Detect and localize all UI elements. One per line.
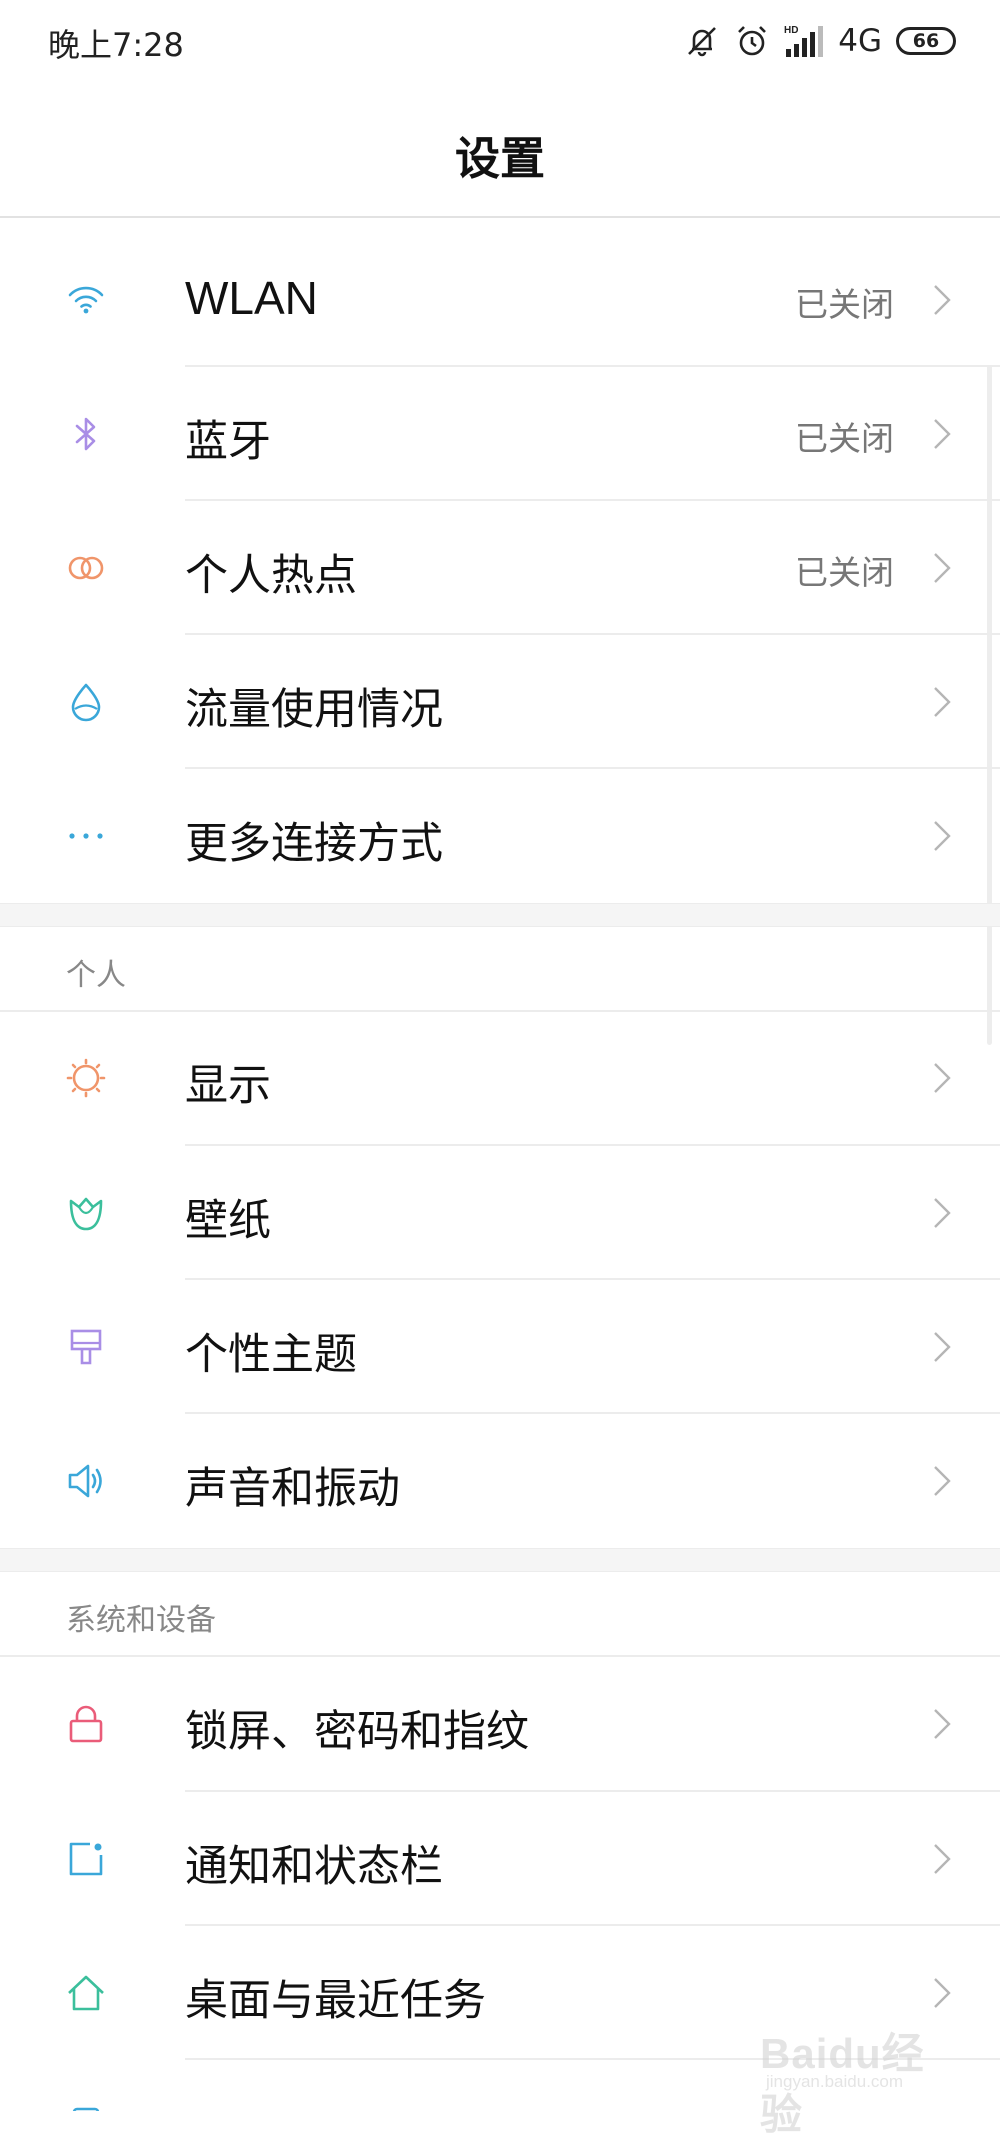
theme-icon: [66, 1327, 106, 1367]
settings-item-label: 桌面与最近任务: [185, 1976, 486, 2026]
settings-item-status: 已关闭: [795, 419, 894, 458]
battery-icon: 66: [896, 27, 956, 55]
data-usage-icon: [66, 682, 106, 722]
settings-item-label: 锁屏、密码和指纹: [185, 1707, 529, 1757]
more-icon: [66, 816, 106, 856]
settings-item-label: 个人热点: [185, 551, 357, 601]
chevron-right-icon: [932, 1330, 952, 1364]
chevron-right-icon: [932, 1842, 952, 1876]
chevron-right-icon: [932, 1464, 952, 1498]
chevron-right-icon: [932, 1061, 952, 1095]
settings-item-label: WLAN: [185, 272, 318, 324]
status-bar: 晚上7:28 HD 4G 66: [0, 0, 1000, 86]
bluetooth-icon: [66, 414, 106, 454]
settings-item-label: 显示: [185, 1061, 271, 1111]
svg-text:HD: HD: [784, 25, 798, 36]
settings-item-status: 已关闭: [795, 553, 894, 592]
header-divider: [0, 216, 1000, 218]
chevron-right-icon: [932, 417, 952, 451]
status-time: 晚上7:28: [48, 26, 184, 64]
chevron-right-icon: [932, 819, 952, 853]
settings-item-wallpaper[interactable]: 壁纸: [0, 1146, 1000, 1280]
settings-item-label: 流量使用情况: [185, 685, 443, 735]
settings-item-label: 更多连接方式: [185, 819, 443, 869]
settings-item-more-connections[interactable]: 更多连接方式: [0, 769, 1000, 903]
lock-icon: [66, 1704, 106, 1744]
sound-icon: [66, 1461, 106, 1501]
display-icon: [66, 1058, 106, 1098]
title-bar: 设置: [0, 86, 1000, 218]
page-title: 设置: [454, 132, 545, 185]
settings-item-label: 壁纸: [185, 1196, 271, 1246]
chevron-right-icon: [932, 551, 952, 585]
notification-icon: [66, 1839, 106, 1879]
settings-item-bluetooth[interactable]: 蓝牙 已关闭: [0, 367, 1000, 501]
chevron-right-icon: [932, 283, 952, 317]
settings-item-label: 声音和振动: [185, 1464, 400, 1514]
chevron-right-icon: [932, 1707, 952, 1741]
settings-item-label: 个性主题: [185, 1330, 357, 1380]
partial-item-icon: [66, 2107, 106, 2111]
hotspot-icon: [66, 548, 106, 588]
settings-item-theme[interactable]: 个性主题: [0, 1280, 1000, 1414]
home-icon: [66, 1973, 106, 2013]
watermark-subtext: jingyan.baidu.com: [766, 2072, 904, 2091]
settings-item-label: 通知和状态栏: [185, 1842, 443, 1892]
settings-item-hotspot[interactable]: 个人热点 已关闭: [0, 501, 1000, 635]
section-separator: [0, 903, 1000, 927]
chevron-right-icon: [932, 685, 952, 719]
alarm-icon: [734, 23, 770, 59]
baidu-watermark: Baidu经验 jingyan.baidu.com: [760, 2002, 960, 2138]
settings-item-label: 蓝牙: [185, 417, 271, 467]
settings-item-status: 已关闭: [795, 285, 894, 324]
settings-item-sound[interactable]: 声音和振动: [0, 1414, 1000, 1548]
wifi-icon: [66, 280, 106, 320]
chevron-right-icon: [932, 1196, 952, 1230]
section-header-personal: 个人: [66, 958, 126, 993]
section-header-system: 系统和设备: [66, 1603, 216, 1638]
status-icons: HD 4G 66: [684, 18, 956, 64]
settings-item-display[interactable]: 显示: [0, 1011, 1000, 1145]
settings-item-notifications[interactable]: 通知和状态栏: [0, 1792, 1000, 1926]
wallpaper-icon: [66, 1193, 106, 1233]
settings-item-wlan[interactable]: WLAN 已关闭: [0, 233, 1000, 367]
network-type: 4G: [838, 23, 882, 59]
settings-item-lockscreen[interactable]: 锁屏、密码和指纹: [0, 1657, 1000, 1791]
settings-item-data-usage[interactable]: 流量使用情况: [0, 635, 1000, 769]
hd-signal-icon: HD: [784, 23, 826, 59]
mute-icon: [684, 23, 720, 59]
section-separator: [0, 1548, 1000, 1572]
